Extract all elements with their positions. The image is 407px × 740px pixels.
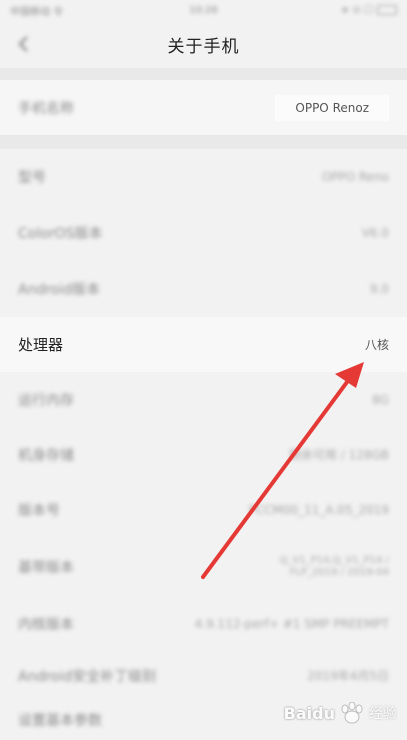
processor-label: 处理器 xyxy=(18,336,64,354)
kernel-version-value: 4.9.112-perf+ #1 SMP PREEMPT xyxy=(194,616,389,631)
baseband-version-value: Q_V1_P14,Q_V1_P14 / FLP_2019 / 2019-04 xyxy=(279,555,389,578)
build-number-value: PCCM00_11_A.05_2019 xyxy=(248,502,389,517)
device-name-row[interactable]: 手机名称 OPPO Renoz xyxy=(0,80,407,135)
build-number-label: 版本号 xyxy=(18,502,60,519)
baseband-version-row[interactable]: 基带版本 Q_V1_P14,Q_V1_P14 / FLP_2019 / 2019… xyxy=(0,538,407,596)
ram-row[interactable]: 运行内存 8G xyxy=(0,372,407,427)
baseband-version-label: 基带版本 xyxy=(18,560,74,576)
coloros-version-label: ColorOS版本 xyxy=(18,225,103,242)
processor-row[interactable]: 处理器 八核 xyxy=(0,317,407,372)
storage-label: 机身存储 xyxy=(18,447,74,464)
header: 关于手机 xyxy=(0,20,407,68)
ram-value: 8G xyxy=(372,392,389,407)
storage-value: 剩余可用 / 128GB xyxy=(288,448,389,462)
model-value: OPPO Reno xyxy=(321,169,389,184)
section-divider xyxy=(0,68,407,80)
processor-value: 八核 xyxy=(364,338,389,352)
ram-label: 运行内存 xyxy=(18,392,74,409)
status-bar: 中国移动 令 10:26 ∗ ⊙ ☐ xyxy=(0,0,407,20)
kernel-version-label: 内核版本 xyxy=(18,616,74,633)
model-row[interactable]: 型号 OPPO Reno xyxy=(0,149,407,204)
paw-icon xyxy=(341,702,363,724)
page-title: 关于手机 xyxy=(167,36,240,57)
security-patch-label: Android安全补丁级别 xyxy=(18,668,157,685)
android-version-value: 9.0 xyxy=(369,281,389,296)
security-patch-value: 2019年4月5日 xyxy=(307,669,389,683)
coloros-version-value: V6.0 xyxy=(361,225,389,240)
watermark-sub: 经验 xyxy=(369,706,397,722)
android-version-label: Android版本 xyxy=(18,281,101,298)
device-name-label: 手机名称 xyxy=(18,100,74,117)
baidu-watermark: Baidu 经验 xyxy=(284,702,397,724)
settings-params-label: 设置基本参数 xyxy=(18,713,102,729)
device-name-value: OPPO Renoz xyxy=(275,94,389,121)
security-patch-row[interactable]: Android安全补丁级别 2019年4月5日 xyxy=(0,648,407,703)
android-version-row[interactable]: Android版本 9.0 xyxy=(0,261,407,316)
coloros-version-row[interactable]: ColorOS版本 V6.0 xyxy=(0,205,407,260)
model-label: 型号 xyxy=(18,169,46,186)
build-number-row[interactable]: 版本号 PCCM00_11_A.05_2019 xyxy=(0,482,407,537)
section-divider xyxy=(0,135,407,149)
status-time: 10:26 xyxy=(189,4,218,16)
storage-row[interactable]: 机身存储 剩余可用 / 128GB xyxy=(0,427,407,482)
watermark-text: Baidu xyxy=(283,703,335,723)
kernel-version-row[interactable]: 内核版本 4.9.112-perf+ #1 SMP PREEMPT xyxy=(0,596,407,651)
back-arrow-icon[interactable] xyxy=(14,34,34,54)
